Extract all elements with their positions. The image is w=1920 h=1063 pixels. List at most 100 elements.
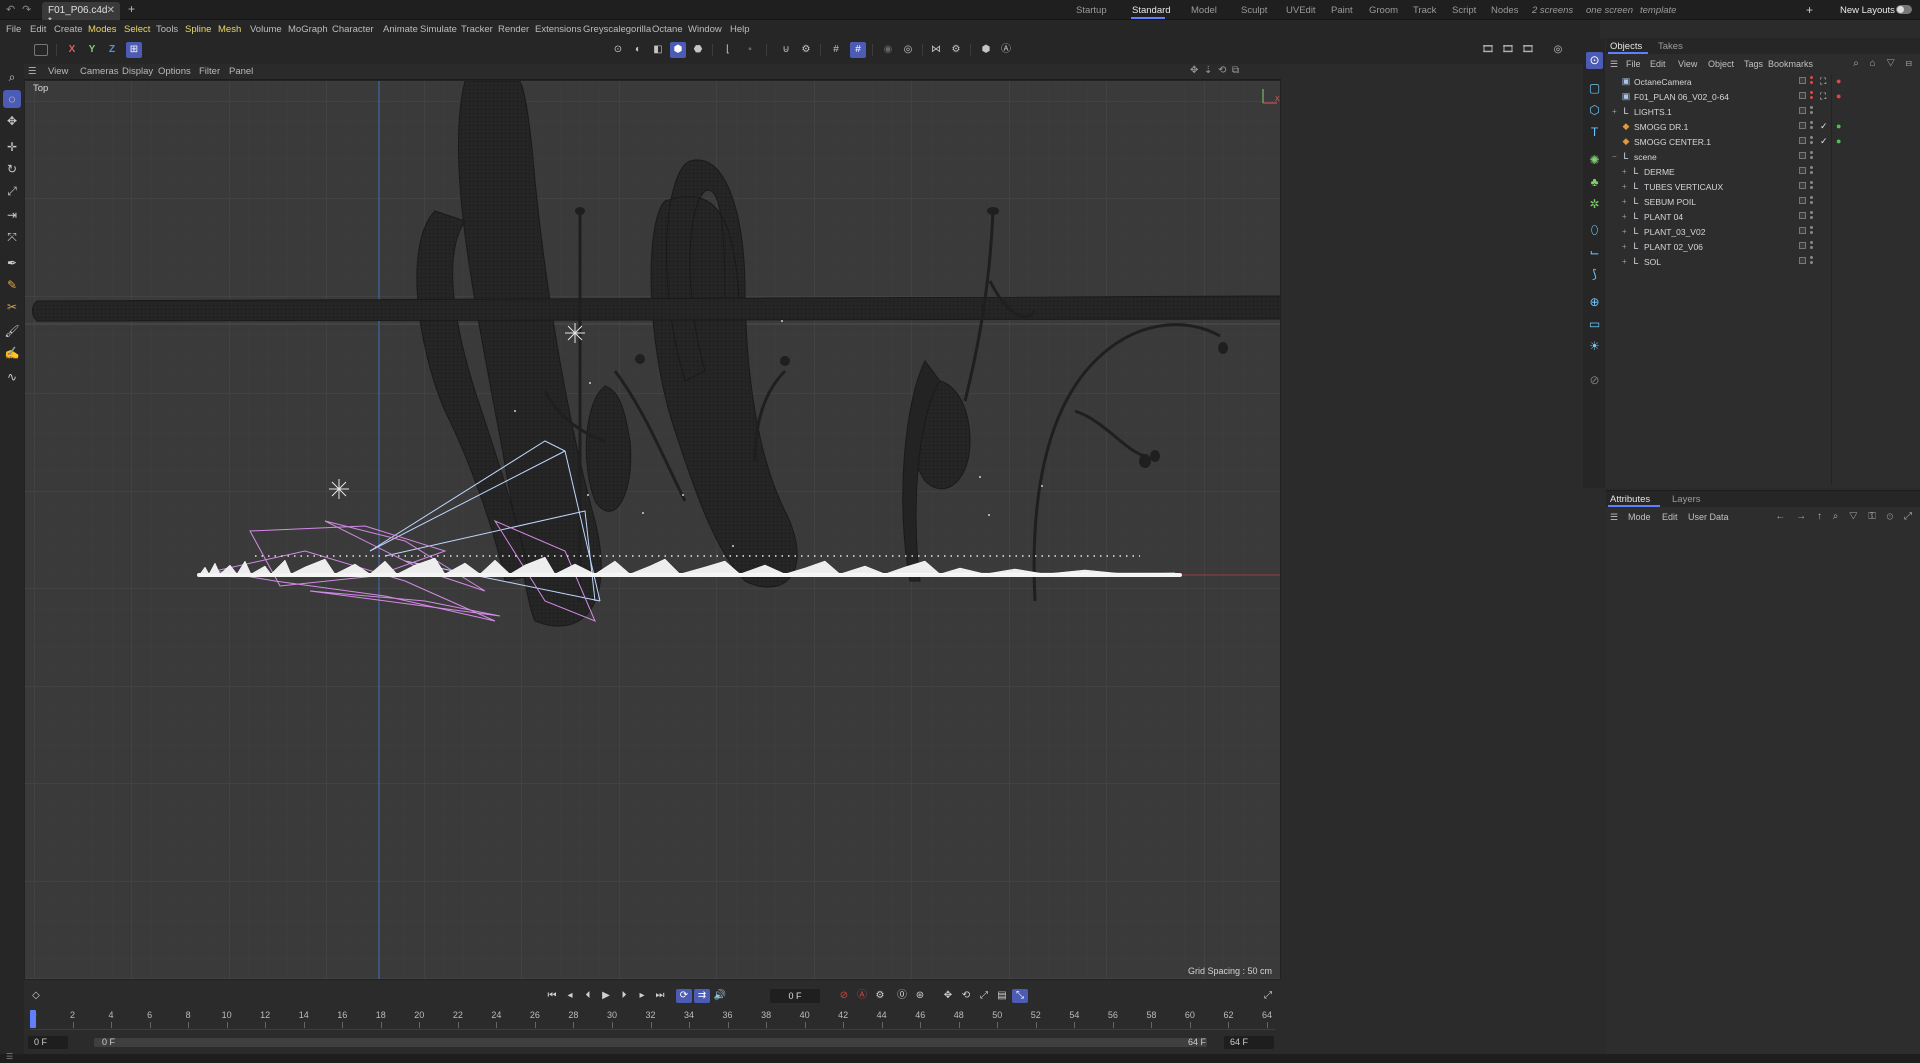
document-tab[interactable]: F01_P06.c4d * ✕: [42, 2, 120, 27]
layout-tab-standard[interactable]: Standard: [1132, 5, 1171, 16]
visibility-dots[interactable]: [1810, 211, 1814, 223]
current-frame-field[interactable]: 0 F: [770, 989, 820, 1003]
attribute-manager-menu-icon[interactable]: ☰: [1610, 512, 1618, 523]
visibility-dots[interactable]: [1810, 76, 1814, 88]
layer-checkbox[interactable]: [1799, 257, 1806, 264]
object-row-plant-04[interactable]: + L PLANT 04: [1606, 210, 1920, 225]
generator-icon[interactable]: ✺: [1586, 152, 1603, 169]
environment-icon[interactable]: ⊕: [1586, 294, 1603, 311]
menu-tools[interactable]: Tools: [156, 24, 178, 35]
object-name[interactable]: DERME: [1644, 167, 1675, 177]
menu-volume[interactable]: Volume: [250, 24, 282, 35]
object-row-octanecamera[interactable]: ▣ OctaneCamera ⛶ ●: [1606, 75, 1920, 90]
tab-layers[interactable]: Layers: [1672, 494, 1701, 505]
new-document-tab-icon[interactable]: +: [128, 2, 135, 16]
layer-checkbox[interactable]: [1799, 152, 1806, 159]
layout-tab-uvedit[interactable]: UVEdit: [1286, 5, 1316, 16]
viewport-menu-cameras[interactable]: Cameras: [80, 66, 119, 77]
layout-tab-nodes[interactable]: Nodes: [1491, 5, 1518, 16]
layout-tab-template[interactable]: template: [1640, 5, 1676, 16]
expand-icon[interactable]: +: [1622, 212, 1627, 221]
workplane-snap-icon[interactable]: #: [850, 42, 866, 58]
layer-checkbox[interactable]: [1799, 107, 1806, 114]
points-mode-icon[interactable]: ⊙: [610, 42, 626, 58]
selection-options-icon[interactable]: ✥: [3, 112, 21, 130]
visibility-dots[interactable]: [1810, 181, 1814, 193]
undo-view-icon[interactable]: [34, 44, 48, 56]
autokey-icon[interactable]: Ⓐ: [854, 989, 870, 1003]
visibility-dots[interactable]: [1810, 241, 1814, 253]
object-tag-icon[interactable]: ⛶: [1820, 76, 1826, 87]
layer-checkbox[interactable]: [1799, 167, 1806, 174]
cloner-icon[interactable]: ♣: [1586, 174, 1603, 191]
go-to-start-icon[interactable]: ⏮: [544, 989, 560, 1003]
layout-tab-groom[interactable]: Groom: [1369, 5, 1398, 16]
object-menu-object[interactable]: Object: [1708, 59, 1734, 69]
menu-help[interactable]: Help: [730, 24, 750, 35]
object-menu-file[interactable]: File: [1626, 59, 1641, 69]
spline-icon[interactable]: ⟆: [1586, 266, 1603, 283]
transfer-tool-icon[interactable]: ⇥: [3, 206, 21, 224]
next-key-icon[interactable]: ▸: [634, 989, 650, 1003]
viewport-menu-view[interactable]: View: [48, 66, 68, 77]
pan-view-icon[interactable]: ✥: [1190, 65, 1198, 76]
object-name[interactable]: SEBUM POIL: [1644, 197, 1696, 207]
coordinate-system-button[interactable]: ⊞: [126, 42, 142, 58]
expand-icon[interactable]: +: [1622, 242, 1627, 251]
object-status-icon[interactable]: ●: [1836, 136, 1841, 146]
scale-tool-icon[interactable]: ⤢: [3, 182, 21, 200]
object-row-smogg-dr-1[interactable]: ◆ SMOGG DR.1 ✓ ●: [1606, 120, 1920, 135]
viewport-menu-panel[interactable]: Panel: [229, 66, 253, 77]
layer-checkbox[interactable]: [1799, 77, 1806, 84]
grid-snap-icon[interactable]: #: [828, 42, 844, 58]
timeline-ruler[interactable]: 0246810121416182022242628303234363840424…: [30, 1010, 1275, 1030]
keyframe-selection-icon[interactable]: ⓪: [894, 989, 910, 1003]
layer-checkbox[interactable]: [1799, 242, 1806, 249]
live-selection-icon[interactable]: ◌: [3, 90, 21, 108]
object-menu-view[interactable]: View: [1678, 59, 1697, 69]
menu-tracker[interactable]: Tracker: [461, 24, 493, 35]
layer-checkbox[interactable]: [1799, 92, 1806, 99]
loop-icon[interactable]: ⟳: [676, 989, 692, 1003]
status-menu-icon[interactable]: ☰: [6, 1052, 13, 1061]
deformer-icon[interactable]: ⬯: [1586, 222, 1603, 239]
menu-window[interactable]: Window: [688, 24, 722, 35]
layer-checkbox[interactable]: [1799, 212, 1806, 219]
render-view-icon[interactable]: 🎞: [1480, 42, 1496, 58]
snap-magnet-icon[interactable]: ⊍: [778, 42, 794, 58]
layout-tab-startup[interactable]: Startup: [1076, 5, 1107, 16]
visibility-dots[interactable]: [1810, 136, 1814, 148]
viewport-menu-icon[interactable]: ☰: [28, 66, 37, 77]
object-row-smogg-center-1[interactable]: ◆ SMOGG CENTER.1 ✓ ●: [1606, 135, 1920, 150]
collapse-icon[interactable]: −: [1612, 152, 1617, 161]
object-name[interactable]: PLANT 04: [1644, 212, 1683, 222]
cube-icon[interactable]: ⬡: [1586, 102, 1603, 119]
sound-icon[interactable]: 🔊: [712, 989, 728, 1003]
redo-icon[interactable]: ↷: [22, 3, 31, 16]
new-layouts-button[interactable]: New Layouts: [1840, 5, 1895, 16]
display-tags-icon[interactable]: Ⓐ: [998, 42, 1014, 58]
tab-objects[interactable]: Objects: [1610, 41, 1642, 52]
menu-modes[interactable]: Modes: [88, 24, 117, 35]
model-mode-icon[interactable]: ⬢: [670, 42, 686, 58]
attr-menu-edit[interactable]: Edit: [1662, 512, 1678, 522]
layout-tab-one-screen[interactable]: one screen: [1586, 5, 1633, 16]
object-name[interactable]: LIGHTS.1: [1634, 107, 1672, 117]
visibility-dots[interactable]: [1810, 151, 1814, 163]
object-menu-tags[interactable]: Tags: [1744, 59, 1763, 69]
range-end-field[interactable]: 64 F: [1224, 1036, 1274, 1049]
hidden-tool-icon[interactable]: ⊘: [1586, 372, 1603, 389]
symmetry-icon[interactable]: ⋈: [928, 42, 944, 58]
object-row-plant-03-v02[interactable]: + L PLANT_03_V02: [1606, 225, 1920, 240]
cube-outline-icon[interactable]: ▢: [1586, 80, 1603, 97]
timeline-expand-icon[interactable]: ⤢: [1260, 989, 1276, 1003]
snap-settings-icon[interactable]: ⚙: [798, 42, 814, 58]
menu-mesh[interactable]: Mesh: [218, 24, 241, 35]
uv-mode-icon[interactable]: ⬣: [690, 42, 706, 58]
range-slider[interactable]: [94, 1038, 1207, 1047]
tweak-mode-icon[interactable]: ▪: [742, 42, 758, 58]
menu-octane[interactable]: Octane: [652, 24, 683, 35]
object-menu-bookmarks[interactable]: Bookmarks: [1768, 59, 1813, 69]
polygons-mode-icon[interactable]: ◧: [650, 42, 666, 58]
object-tag-icon[interactable]: ✓: [1820, 136, 1828, 147]
